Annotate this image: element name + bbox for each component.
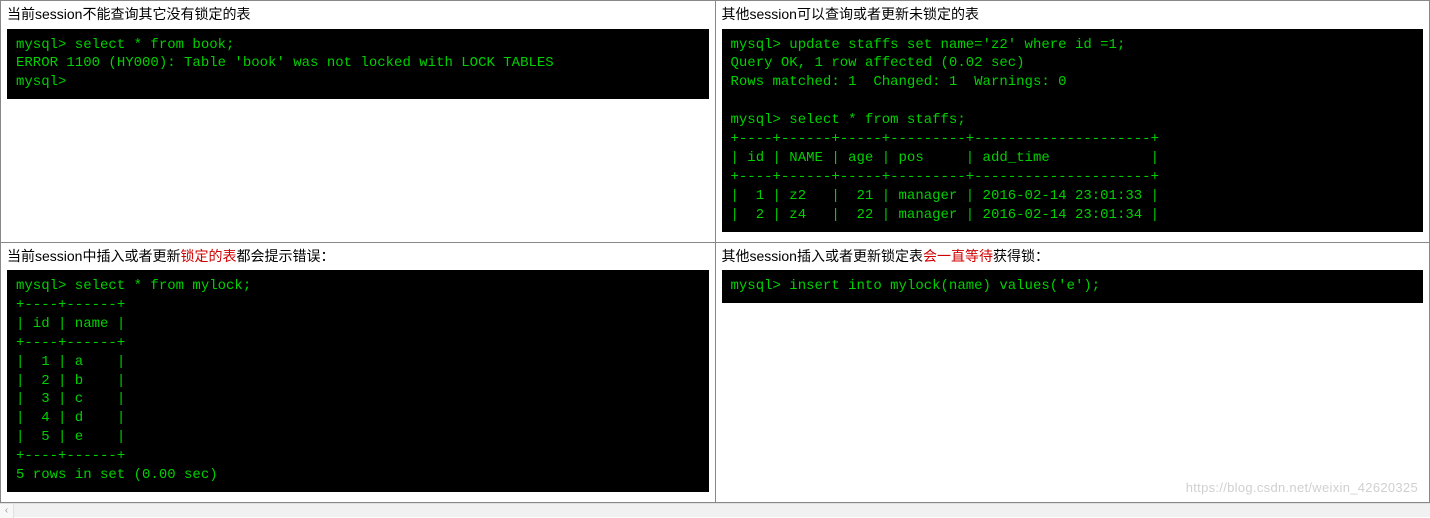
terminal-r1c1: mysql> select * from book; ERROR 1100 (H…: [7, 29, 709, 100]
caption-r2c2-red: 会一直等待: [923, 248, 993, 264]
caption-r2c1: 当前session中插入或者更新锁定的表都会提示错误：: [7, 247, 709, 267]
caption-r2c1-red: 锁定的表: [180, 248, 236, 264]
caption-r2c2-part3: 获得锁：: [993, 248, 1049, 264]
terminal-r2c1: mysql> select * from mylock; +----+-----…: [7, 270, 709, 492]
cell-r2c2: 其他session插入或者更新锁定表会一直等待获得锁： mysql> inser…: [715, 242, 1430, 502]
caption-r2c2-part1: 其他session插入或者更新锁定表: [722, 248, 923, 264]
comparison-table: 当前session不能查询其它没有锁定的表 mysql> select * fr…: [0, 0, 1430, 503]
caption-r1c1: 当前session不能查询其它没有锁定的表: [7, 5, 709, 25]
caption-r2c1-part1: 当前session中插入或者更新: [7, 248, 180, 264]
caption-r1c2: 其他session可以查询或者更新未锁定的表: [722, 5, 1424, 25]
caption-r2c2: 其他session插入或者更新锁定表会一直等待获得锁：: [722, 247, 1424, 267]
watermark-text: https://blog.csdn.net/weixin_42620325: [1186, 480, 1418, 495]
scroll-left-icon[interactable]: ‹: [0, 504, 14, 518]
terminal-r1c2: mysql> update staffs set name='z2' where…: [722, 29, 1424, 232]
cell-r1c1: 当前session不能查询其它没有锁定的表 mysql> select * fr…: [1, 1, 716, 243]
caption-r2c1-part3: 都会提示错误：: [236, 248, 334, 264]
terminal-r2c2: mysql> insert into mylock(name) values('…: [722, 270, 1424, 303]
cell-r2c1: 当前session中插入或者更新锁定的表都会提示错误： mysql> selec…: [1, 242, 716, 502]
cell-r1c2: 其他session可以查询或者更新未锁定的表 mysql> update sta…: [715, 1, 1430, 243]
horizontal-scrollbar[interactable]: ‹: [0, 503, 1430, 517]
